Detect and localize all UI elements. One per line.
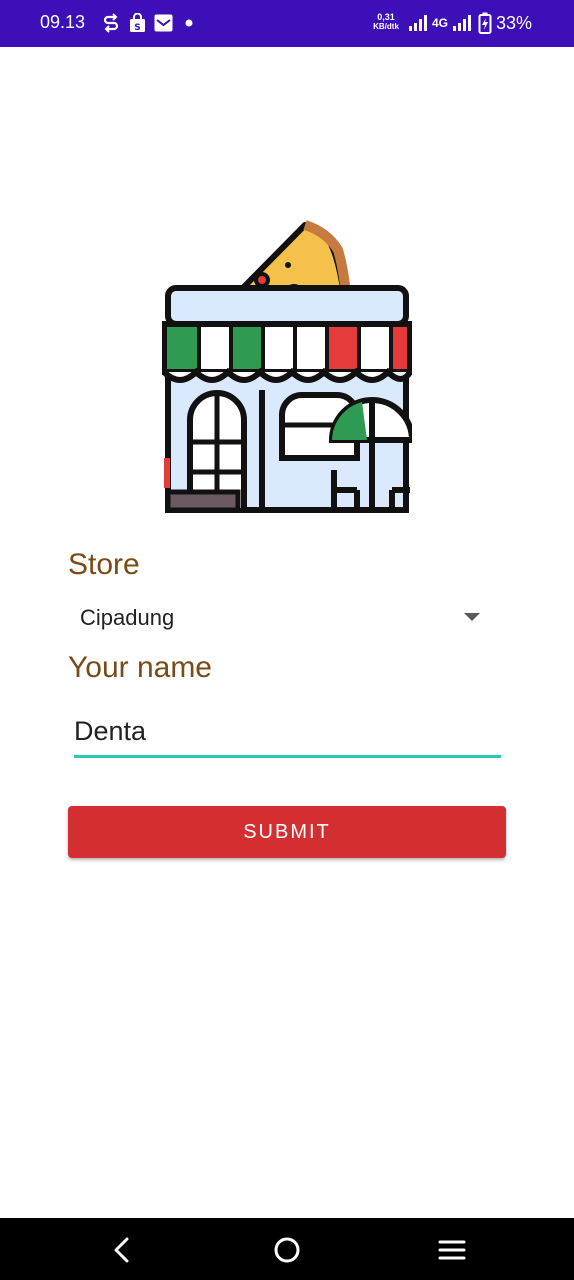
back-icon[interactable] [106, 1234, 138, 1266]
pizza-store-illustration [162, 220, 412, 513]
network-speed-value: 0,31 [377, 12, 395, 22]
battery-level: 33% [496, 13, 533, 33]
store-select[interactable]: Cipadung [68, 595, 488, 641]
status-bar: 09.13 S 0,31 KB/dtk 4G 33% [0, 0, 574, 47]
network-type: 4G [432, 16, 449, 30]
mail-icon [154, 12, 173, 34]
signal-4g-icon [452, 12, 472, 34]
clock: 09.13 [40, 12, 86, 32]
dropdown-arrow-icon[interactable] [464, 613, 480, 621]
sync-icon [103, 12, 119, 34]
name-label: Your name [68, 651, 212, 684]
name-input[interactable] [74, 712, 501, 758]
navigation-bar [0, 1218, 574, 1280]
store-select-value: Cipadung [80, 605, 175, 630]
shopping-bag-icon: S [129, 12, 146, 34]
network-speed-unit: KB/dtk [373, 22, 399, 31]
submit-button[interactable]: SUBMIT [68, 806, 506, 858]
network-speed: 0,31 KB/dtk [370, 12, 402, 32]
signal-icon [408, 12, 428, 34]
battery-charging-icon [478, 12, 492, 34]
svg-text:S: S [134, 23, 140, 33]
home-icon[interactable] [271, 1234, 303, 1266]
dot-icon [185, 12, 193, 34]
recents-icon[interactable] [436, 1234, 468, 1266]
store-label: Store [68, 548, 140, 581]
